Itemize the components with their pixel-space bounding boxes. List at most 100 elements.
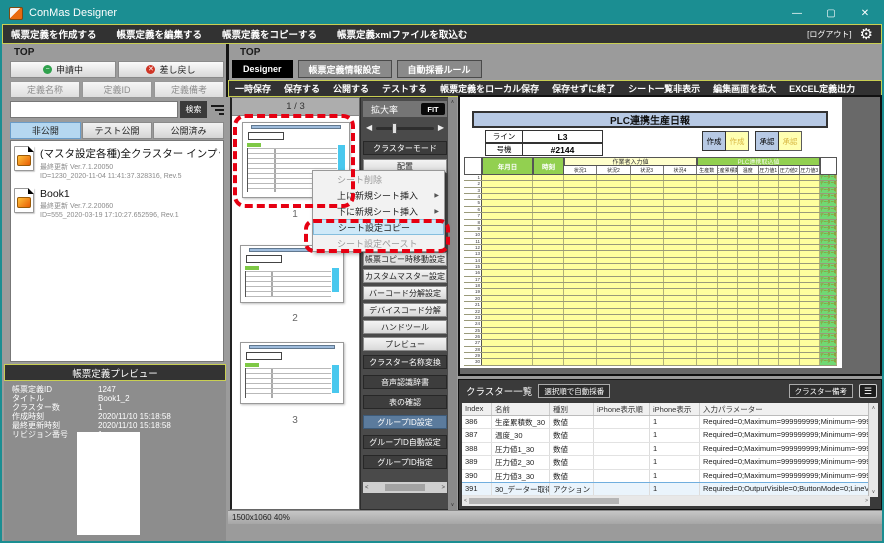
tool-button[interactable]: 音声認識辞書 [363, 375, 447, 389]
tool-button[interactable]: グループID設定 [363, 415, 447, 429]
tool-button[interactable]: デバイスコード分解 [363, 303, 447, 317]
tool-button[interactable]: クラスター名称変換 [363, 355, 447, 369]
tool-button[interactable]: 表の確認 [363, 395, 447, 409]
sheet-cell-status [597, 188, 630, 193]
sheet-cell-status [564, 245, 597, 250]
cluster-column-header[interactable]: 入力パラメーター [700, 403, 870, 415]
search-input[interactable] [10, 101, 178, 118]
document-list-item[interactable]: (マスタ設定各種)全クラスター インプットサン 最終更新 Ver.7.1.200… [14, 146, 220, 180]
menu-item[interactable]: 帳票定義を作成する [11, 27, 97, 41]
menu-item[interactable]: 帳票定義をコピーする [222, 27, 317, 41]
zoom-in-arrow-icon[interactable]: ▶ [438, 124, 444, 132]
zoom-slider-thumb[interactable] [392, 123, 397, 134]
close-button[interactable]: ✕ [848, 2, 882, 24]
filter-field[interactable]: 定義備考 [154, 81, 224, 98]
menu-bar: 帳票定義を作成する 帳票定義を編集する 帳票定義をコピーする 帳票定義xmlファイルを… [2, 24, 882, 44]
tool-button[interactable]: クラスターモード [363, 141, 447, 155]
cluster-hscrollbar[interactable]: < > [462, 496, 870, 506]
toolbar-button[interactable]: 一時保存 [235, 82, 271, 95]
sheet-cell-plc [718, 232, 739, 237]
scroll-down-icon[interactable]: ∨ [451, 502, 455, 508]
tool-panel-vscrollbar[interactable]: ∧ ∨ [448, 97, 457, 510]
filter-field[interactable]: 定義名称 [10, 81, 80, 98]
scroll-left-icon[interactable]: < [365, 485, 369, 491]
cluster-index: 386 [462, 416, 492, 428]
toolbar-button[interactable]: 保存せずに終了 [552, 82, 615, 95]
cluster-note-button[interactable]: クラスター備考 [789, 384, 853, 398]
sheet-thumbnail-2[interactable] [240, 245, 344, 303]
tool-button[interactable]: グループID自動設定 [363, 435, 447, 449]
pending-button[interactable]: − 申請中 [10, 61, 116, 78]
tool-button[interactable]: プレビュー [363, 337, 447, 351]
cluster-vscrollbar[interactable]: ∧ ∨ [868, 403, 878, 497]
cluster-iphone-order [594, 483, 650, 495]
designer-tab[interactable]: 自動採番ルール [397, 60, 482, 78]
cluster-column-header[interactable]: 名前 [492, 403, 550, 415]
maximize-button[interactable]: ▢ [814, 2, 848, 24]
sheet-cell-status [597, 213, 630, 218]
logout-link[interactable]: [ログアウト] [807, 29, 851, 40]
publish-tab[interactable]: 公開済み [153, 122, 224, 139]
sheet-row-number: 12 [464, 245, 482, 250]
menu-item[interactable]: 帳票定義xmlファイルを取込む [337, 27, 467, 41]
toolbar-button[interactable]: EXCEL定義出力 [789, 82, 855, 95]
cluster-row[interactable]: 390 圧力値3_30 数値 1 Required=0;Maximum=9999… [462, 470, 870, 483]
sheet-cell-action: データー取得 [820, 239, 837, 244]
toolbar-button[interactable]: テストする [382, 82, 427, 95]
toolbar-button[interactable]: 公開する [333, 82, 369, 95]
scroll-up-icon[interactable]: ∧ [872, 405, 876, 411]
sheet-row-number: 9 [464, 226, 482, 231]
sheet-cell-plc [738, 181, 759, 186]
cluster-row[interactable]: 391 30_データー取得 アクション 1 Required=0;OutputV… [462, 483, 870, 496]
scroll-down-icon[interactable]: ∨ [872, 489, 876, 495]
tool-button[interactable]: 帳票コピー時移動設定 [363, 252, 447, 266]
cluster-column-header[interactable]: Index [462, 403, 492, 415]
hscroll-thumb[interactable] [385, 484, 425, 491]
cluster-row[interactable]: 386 生産累積数_30 数値 1 Required=0;Maximum=999… [462, 416, 870, 429]
sheet-row-number: 18 [464, 283, 482, 288]
scroll-up-icon[interactable]: ∧ [451, 99, 455, 105]
toolbar-button[interactable]: シート一覧非表示 [628, 82, 700, 95]
scroll-right-icon[interactable]: > [441, 485, 445, 491]
scroll-left-icon[interactable]: < [464, 498, 467, 504]
menu-item[interactable]: 帳票定義を編集する [117, 27, 203, 41]
cluster-column-header[interactable]: iPhone表示 [650, 403, 700, 415]
filter-field[interactable]: 定義ID [82, 81, 152, 98]
publish-tab[interactable]: テスト公開 [82, 122, 153, 139]
cluster-row[interactable]: 387 温度_30 数値 1 Required=0;Maximum=999999… [462, 429, 870, 442]
cluster-row[interactable]: 388 圧力値1_30 数値 1 Required=0;Maximum=9999… [462, 443, 870, 456]
tool-panel-hscrollbar[interactable]: < > [363, 482, 447, 493]
returned-button[interactable]: ✕ 差し戻し [118, 61, 224, 78]
hamburger-menu-icon[interactable]: ☰ [859, 384, 877, 398]
sheet-cell-plc [718, 296, 739, 301]
toolbar-button[interactable]: 保存する [284, 82, 320, 95]
tool-button[interactable]: グループID指定 [363, 455, 447, 469]
document-id: ID=555_2020-03-19 17:10:27.652596, Rev.1 [40, 212, 179, 219]
sheet-cell-plc [779, 181, 800, 186]
window-title: ConMas Designer [29, 7, 117, 19]
designer-tab[interactable]: 帳票定義情報設定 [298, 60, 392, 78]
toolbar-button[interactable]: 帳票定義をローカル保存 [440, 82, 539, 95]
fit-button[interactable]: FIT [421, 103, 445, 115]
tool-button[interactable]: バーコード分解設定 [363, 286, 447, 300]
publish-tab[interactable]: 非公開 [10, 122, 81, 139]
tool-button[interactable]: カスタムマスター設定 [363, 269, 447, 283]
gear-icon[interactable]: ⚙ [860, 27, 873, 42]
auto-number-button[interactable]: 選択順で自動採番 [538, 384, 610, 398]
sheet-cell-plc [738, 264, 759, 269]
scroll-right-icon[interactable]: > [865, 498, 868, 504]
cluster-row[interactable]: 389 圧力値2_30 数値 1 Required=0;Maximum=9999… [462, 456, 870, 469]
minimize-button[interactable]: — [780, 2, 814, 24]
cluster-column-header[interactable]: iPhone表示順 [594, 403, 650, 415]
zoom-out-arrow-icon[interactable]: ◀ [366, 124, 372, 132]
cluster-column-header[interactable]: 種別 [550, 403, 594, 415]
sort-icon[interactable] [209, 101, 224, 118]
designer-tab[interactable]: Designer [232, 60, 293, 78]
zoom-slider-track[interactable] [376, 127, 434, 130]
hscroll-thumb[interactable] [469, 498, 619, 504]
sheet-thumbnail-3[interactable] [240, 342, 344, 404]
search-button[interactable]: 検索 [180, 101, 207, 118]
toolbar-button[interactable]: 編集画面を拡大 [713, 82, 776, 95]
document-list-item[interactable]: Book1 最終更新 Ver.7.2.20060 ID=555_2020-03-… [14, 188, 220, 219]
tool-button[interactable]: ハンドツール [363, 320, 447, 334]
